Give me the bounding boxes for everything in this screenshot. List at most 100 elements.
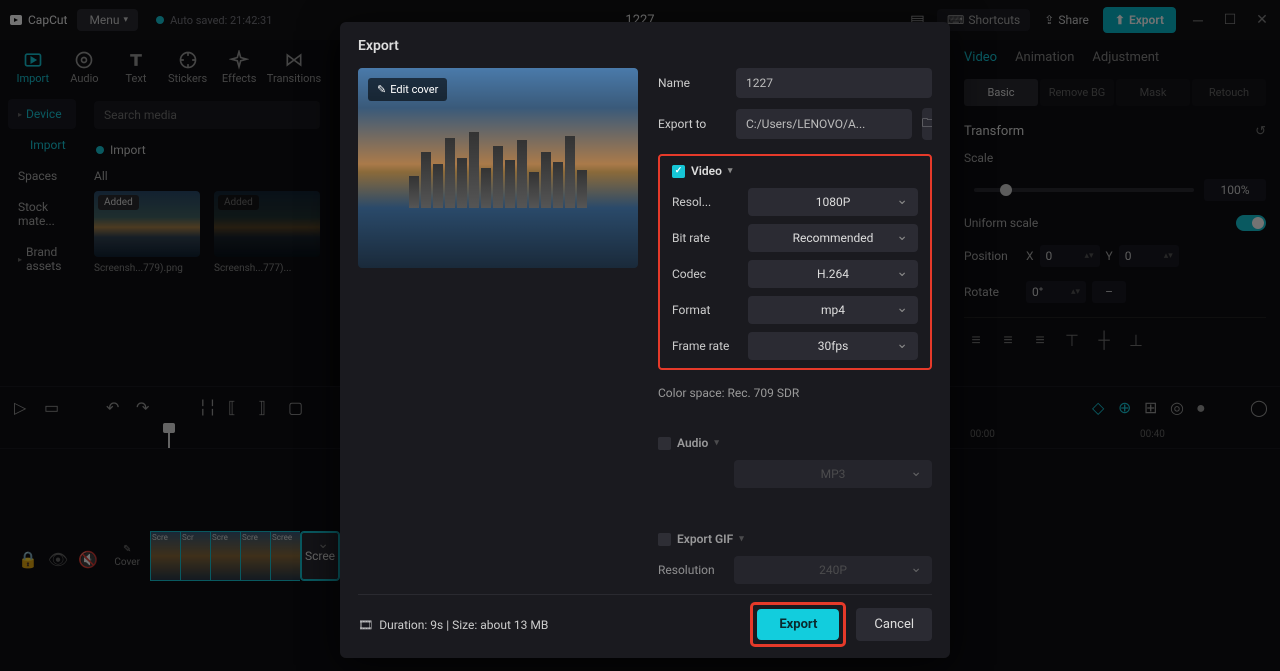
delete-icon[interactable]: ▢	[288, 398, 304, 414]
align-right-icon[interactable]: ≡	[1028, 328, 1052, 352]
tab-animation[interactable]: Animation	[1015, 50, 1074, 65]
split-icon[interactable]: ╎╎	[198, 398, 214, 414]
tab-adjustment[interactable]: Adjustment	[1092, 50, 1159, 65]
upload-icon: ⬆	[1115, 13, 1125, 27]
name-input[interactable]	[736, 68, 932, 98]
align-left-icon[interactable]: ≡	[964, 328, 988, 352]
align-top-icon[interactable]: ⊤	[1060, 328, 1084, 352]
close-icon[interactable]: ✕	[1252, 12, 1272, 28]
resolution-select[interactable]: 1080P	[748, 188, 918, 216]
gif-checkbox[interactable]	[658, 533, 671, 546]
audio-checkbox[interactable]	[658, 437, 671, 450]
dialog-title: Export	[358, 38, 932, 54]
clip[interactable]: Scre	[210, 531, 240, 581]
video-heading: Video	[691, 164, 722, 178]
export-button-top[interactable]: ⬆ Export	[1103, 7, 1176, 33]
codec-select[interactable]: H.264	[748, 260, 918, 288]
scale-slider[interactable]	[974, 188, 1194, 192]
mute-icon[interactable]: 🔇	[78, 550, 98, 569]
nav-import[interactable]: Import	[8, 130, 76, 160]
keyboard-icon: ⌨	[947, 13, 964, 27]
browse-folder-button[interactable]: 🗀	[922, 108, 932, 140]
clip[interactable]: Scre	[150, 531, 180, 581]
nav-brand[interactable]: ▸Brand assets	[8, 237, 76, 281]
tool-effects[interactable]: Effects	[216, 46, 262, 89]
share-button[interactable]: ⇪ Share	[1038, 9, 1095, 31]
nav-stock[interactable]: Stock mate...	[8, 192, 76, 236]
cover-button[interactable]: ✎ Cover	[114, 544, 140, 568]
transform-heading: Transform	[964, 124, 1024, 139]
align-center-icon[interactable]: ≡	[996, 328, 1020, 352]
pointer-icon[interactable]: ▷	[14, 398, 30, 414]
all-label: All	[94, 169, 320, 183]
video-checkbox[interactable]: ✓	[672, 165, 685, 178]
clip[interactable]: Scree	[270, 531, 300, 581]
uniform-toggle[interactable]	[1236, 215, 1266, 231]
align-bot-icon[interactable]: ⊥	[1124, 328, 1148, 352]
reset-icon[interactable]: ↺	[1255, 124, 1266, 139]
tl-icon-1[interactable]: ◇	[1092, 398, 1108, 414]
select-icon[interactable]: ▭	[44, 398, 60, 414]
clip[interactable]: Scre	[240, 531, 270, 581]
tool-stickers[interactable]: Stickers	[165, 46, 211, 89]
mic-icon[interactable]: ●	[1196, 398, 1212, 414]
nav-spaces[interactable]: Spaces	[8, 161, 76, 191]
video-settings-highlight: ✓ Video ▾ Resol... 1080P Bit rate Recomm…	[658, 154, 932, 370]
subtab-mask[interactable]: Mask	[1116, 79, 1190, 106]
edit-cover-button[interactable]: ✎ Edit cover	[368, 78, 447, 101]
tool-transitions[interactable]: Transitions	[268, 46, 320, 89]
subtab-basic[interactable]: Basic	[964, 79, 1038, 106]
shortcuts-button[interactable]: ⌨ Shortcuts	[937, 9, 1030, 31]
tl-icon-4[interactable]: ◎	[1170, 398, 1186, 414]
subtab-retouch[interactable]: Retouch	[1192, 79, 1266, 106]
clip-selected[interactable]: Scree	[300, 531, 340, 581]
rotate-input[interactable]: 0°▴▾	[1026, 281, 1086, 303]
playhead[interactable]	[168, 425, 170, 448]
resolution-label: Resol...	[672, 195, 748, 209]
bitrate-select[interactable]: Recommended	[748, 224, 918, 252]
scale-value[interactable]: 100%	[1204, 179, 1266, 201]
clip-track[interactable]: Scre Scr Scre Scre Scree Scree	[150, 531, 340, 581]
tl-settings-icon[interactable]: ◯	[1250, 398, 1266, 414]
subtab-removebg[interactable]: Remove BG	[1040, 79, 1114, 106]
framerate-select[interactable]: 30fps	[748, 332, 918, 360]
media-thumb[interactable]: Added Screensh...777)...	[214, 191, 320, 274]
clip[interactable]: Scr	[180, 531, 210, 581]
align-mid-icon[interactable]: ┼	[1092, 328, 1116, 352]
tl-icon-3[interactable]: ⊞	[1144, 398, 1160, 414]
trim-right-icon[interactable]: ⟧	[258, 398, 274, 414]
maximize-icon[interactable]: ☐	[1220, 12, 1240, 28]
audio-heading: Audio	[677, 436, 708, 450]
tool-import[interactable]: Import	[10, 46, 56, 89]
media-thumb[interactable]: Added Screensh...779).png	[94, 191, 200, 274]
menu-button[interactable]: Menu▾	[77, 9, 138, 31]
tl-icon-2[interactable]: ⊕	[1118, 398, 1134, 414]
trim-left-icon[interactable]: ⟦	[228, 398, 244, 414]
format-select[interactable]: mp4	[748, 296, 918, 324]
nav-device[interactable]: ▸Device	[8, 99, 76, 129]
duration-info: Duration: 9s | Size: about 13 MB	[379, 618, 548, 632]
exportto-input[interactable]	[736, 109, 912, 139]
undo-icon[interactable]: ↶	[106, 398, 122, 414]
visible-icon[interactable]: 👁	[48, 550, 68, 569]
pos-x-input[interactable]: 0▴▾	[1040, 245, 1100, 267]
lock-icon[interactable]: 🔒	[18, 550, 38, 569]
pos-y-input[interactable]: 0▴▾	[1119, 245, 1179, 267]
format-label: Format	[672, 303, 748, 317]
cancel-button[interactable]: Cancel	[856, 608, 932, 641]
search-input[interactable]	[94, 101, 320, 129]
import-chip[interactable]: Import	[94, 137, 320, 163]
ruler-label: 00:00	[970, 429, 995, 440]
framerate-label: Frame rate	[672, 339, 748, 353]
redo-icon[interactable]: ↷	[136, 398, 152, 414]
export-highlight: Export	[750, 602, 846, 647]
tab-video[interactable]: Video	[964, 50, 997, 65]
export-button[interactable]: Export	[757, 609, 839, 640]
tool-audio[interactable]: Audio	[62, 46, 108, 89]
app-logo: CapCut	[8, 12, 67, 28]
tool-text[interactable]: Text	[113, 46, 159, 89]
minimize-icon[interactable]: ─	[1188, 12, 1208, 29]
rotate-extra[interactable]: –	[1092, 281, 1126, 303]
thumb-name: Screensh...779).png	[94, 263, 200, 274]
folder-icon: 🗀	[922, 114, 932, 135]
